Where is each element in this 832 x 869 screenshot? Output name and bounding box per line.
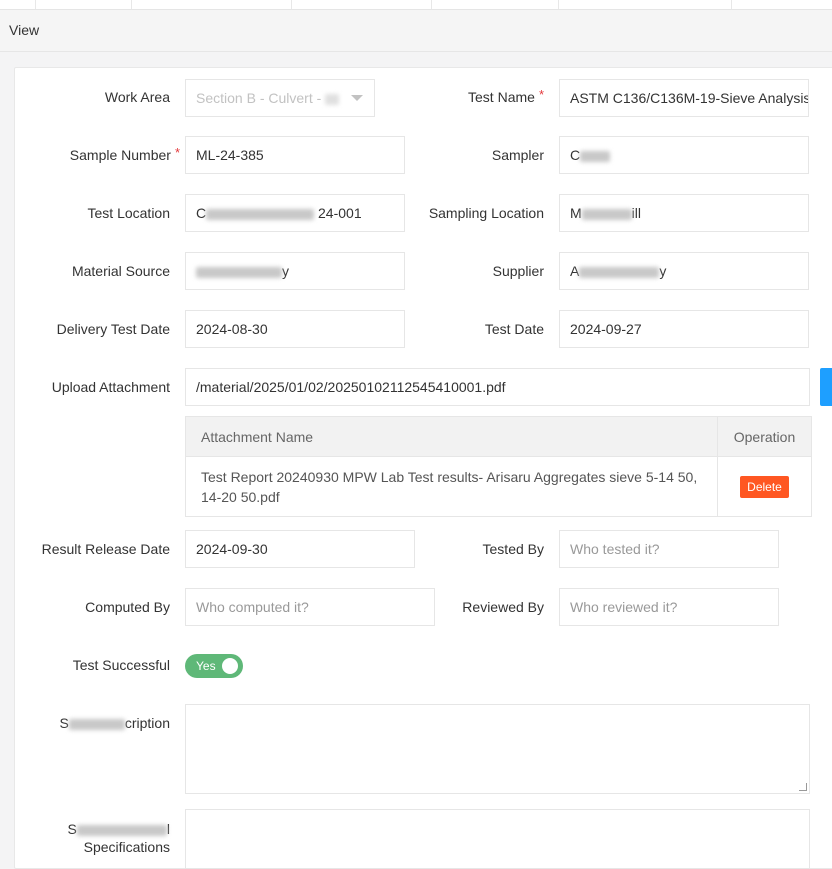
material-source-label: Material Source [71, 263, 170, 279]
attachment-table: Attachment Name Operation Test Report 20… [185, 416, 812, 517]
computed-by-field[interactable]: Who computed it? [185, 588, 435, 626]
attachment-name-cell: Test Report 20240930 MPW Lab Test result… [186, 457, 718, 516]
attachment-table-header: Attachment Name Operation [186, 417, 811, 457]
sample-description-textarea[interactable] [185, 704, 810, 794]
supplier-label: Supplier [492, 263, 544, 279]
test-name-field[interactable]: ASTM C136/C136M-19-Sieve Analysis of [559, 79, 809, 117]
work-area-label: Work Area [104, 89, 170, 105]
delivery-test-date-field[interactable]: 2024-08-30 [185, 310, 405, 348]
toggle-knob [222, 658, 238, 674]
test-name-label: Test Name * [468, 87, 544, 105]
work-area-select[interactable]: Section B - Culvert - [185, 79, 375, 117]
upload-button[interactable] [820, 368, 832, 406]
toggle-text: Yes [196, 659, 216, 673]
test-date-field[interactable]: 2024-09-27 [559, 310, 809, 348]
tested-by-label: Tested By [482, 541, 544, 557]
table-row: Test Report 20240930 MPW Lab Test result… [186, 457, 811, 516]
test-successful-label: Test Successful [72, 657, 170, 673]
sampling-location-label: Sampling Location [428, 205, 544, 221]
result-release-date-field[interactable]: 2024-09-30 [185, 530, 415, 568]
sample-description-label: Scription [59, 715, 170, 731]
delete-button[interactable]: Delete [740, 475, 789, 498]
upload-attachment-label: Upload Attachment [51, 379, 170, 395]
test-location-field[interactable]: C 24-001 [185, 194, 405, 232]
sample-tech-specs-label: Sl Specifications [67, 821, 170, 855]
view-title: View [9, 22, 40, 38]
sampler-label: Sampler [491, 147, 544, 163]
test-successful-toggle[interactable]: Yes [185, 654, 243, 678]
attachment-name-header: Attachment Name [186, 417, 718, 456]
upload-attachment-field[interactable]: /material/2025/01/02/2025010211254541000… [185, 368, 810, 406]
delivery-test-date-label: Delivery Test Date [56, 321, 170, 337]
top-tab-strip [0, 0, 832, 10]
supplier-field[interactable]: Ay [559, 252, 809, 290]
sampler-field[interactable]: C [559, 136, 809, 174]
resize-handle-icon[interactable] [799, 783, 807, 791]
operation-header: Operation [733, 428, 796, 445]
chevron-down-icon [351, 95, 363, 101]
sample-tech-specs-textarea[interactable] [185, 809, 810, 869]
test-date-label: Test Date [484, 321, 544, 337]
reviewed-by-label: Reviewed By [462, 599, 544, 615]
sample-number-label: Sample Number * [69, 145, 180, 163]
reviewed-by-field[interactable]: Who reviewed it? [559, 588, 779, 626]
result-release-date-label: Result Release Date [41, 541, 170, 557]
test-location-label: Test Location [87, 205, 171, 221]
view-header-bar: View [0, 10, 832, 52]
sampling-location-field[interactable]: Mill [559, 194, 809, 232]
tested-by-field[interactable]: Who tested it? [559, 530, 779, 568]
material-source-field[interactable]: y [185, 252, 405, 290]
sample-number-field[interactable]: ML-24-385 [185, 136, 405, 174]
computed-by-label: Computed By [85, 599, 170, 615]
